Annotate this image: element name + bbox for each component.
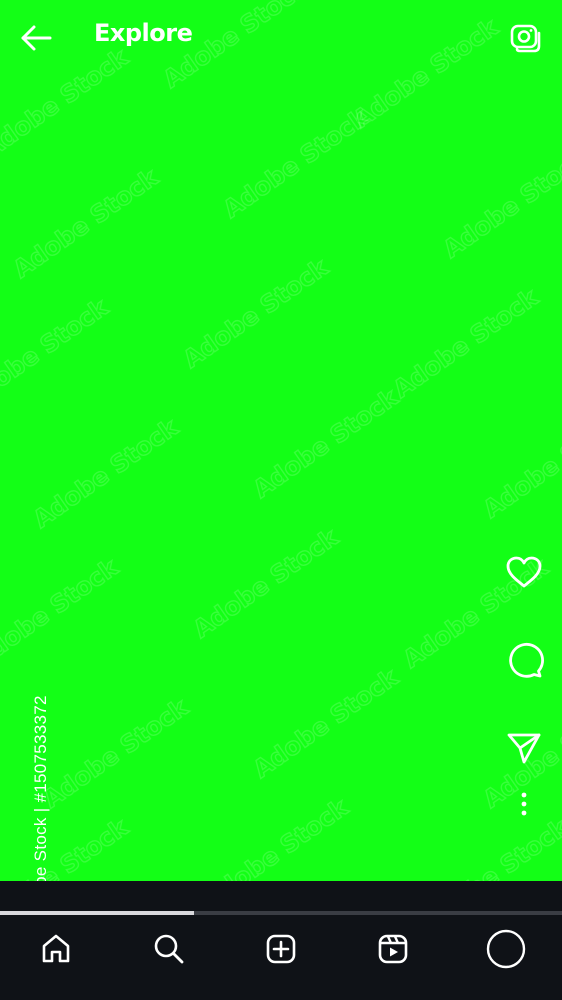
top-bar: Explore (0, 0, 562, 76)
more-button[interactable] (500, 782, 548, 826)
plus-square-icon (266, 934, 296, 964)
bottom-nav (0, 915, 562, 1000)
camera-icon (510, 24, 541, 53)
nav-reels[interactable] (371, 927, 415, 971)
like-button[interactable] (500, 550, 548, 594)
comment-button[interactable] (500, 638, 548, 682)
home-icon (42, 934, 70, 963)
comment-icon (509, 642, 544, 678)
arrow-left-icon (21, 25, 52, 51)
search-icon (154, 934, 184, 964)
back-button[interactable] (18, 22, 54, 54)
reel-screen: Adobe Stock Adobe Stock Adobe Stock Adobe S… (0, 0, 562, 1000)
share-button[interactable] (500, 726, 548, 770)
reel-video[interactable] (0, 0, 562, 881)
page-title: Explore (94, 19, 193, 47)
profile-circle-icon (486, 929, 526, 969)
camera-button[interactable] (508, 20, 542, 54)
nav-home[interactable] (34, 927, 78, 971)
send-icon (507, 733, 541, 764)
reels-icon (378, 934, 408, 964)
nav-create[interactable] (259, 927, 303, 971)
more-vertical-icon (521, 792, 527, 816)
nav-profile[interactable] (484, 927, 528, 971)
nav-search[interactable] (147, 927, 191, 971)
heart-icon (506, 556, 542, 588)
